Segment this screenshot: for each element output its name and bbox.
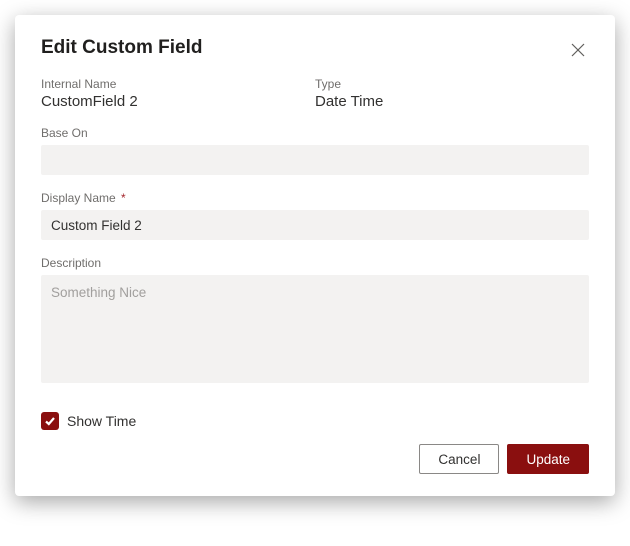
display-name-group: Display Name * xyxy=(41,191,589,240)
description-group: Description xyxy=(41,256,589,388)
internal-name-value: CustomField 2 xyxy=(41,93,315,110)
info-row: Internal Name CustomField 2 Type Date Ti… xyxy=(41,77,589,110)
edit-custom-field-dialog: Edit Custom Field Internal Name CustomFi… xyxy=(15,15,615,496)
required-indicator-icon: * xyxy=(118,191,126,205)
dialog-header: Edit Custom Field xyxy=(41,37,589,61)
close-button[interactable] xyxy=(567,39,589,61)
description-label: Description xyxy=(41,256,589,270)
description-input[interactable] xyxy=(41,275,589,383)
internal-name-block: Internal Name CustomField 2 xyxy=(41,77,315,110)
base-on-input[interactable] xyxy=(41,145,589,175)
type-label: Type xyxy=(315,77,589,91)
base-on-label: Base On xyxy=(41,126,589,140)
show-time-row: Show Time xyxy=(41,412,589,430)
display-name-label-text: Display Name xyxy=(41,191,116,205)
type-block: Type Date Time xyxy=(315,77,589,110)
show-time-label[interactable]: Show Time xyxy=(67,413,136,429)
cancel-button[interactable]: Cancel xyxy=(419,444,499,474)
display-name-input[interactable] xyxy=(41,210,589,240)
show-time-checkbox[interactable] xyxy=(41,412,59,430)
dialog-title: Edit Custom Field xyxy=(41,37,203,59)
update-button[interactable]: Update xyxy=(507,444,589,474)
dialog-footer: Cancel Update xyxy=(41,444,589,474)
base-on-group: Base On xyxy=(41,126,589,175)
close-icon xyxy=(571,43,585,57)
display-name-label: Display Name * xyxy=(41,191,589,205)
checkmark-icon xyxy=(44,415,56,427)
internal-name-label: Internal Name xyxy=(41,77,315,91)
type-value: Date Time xyxy=(315,93,589,110)
